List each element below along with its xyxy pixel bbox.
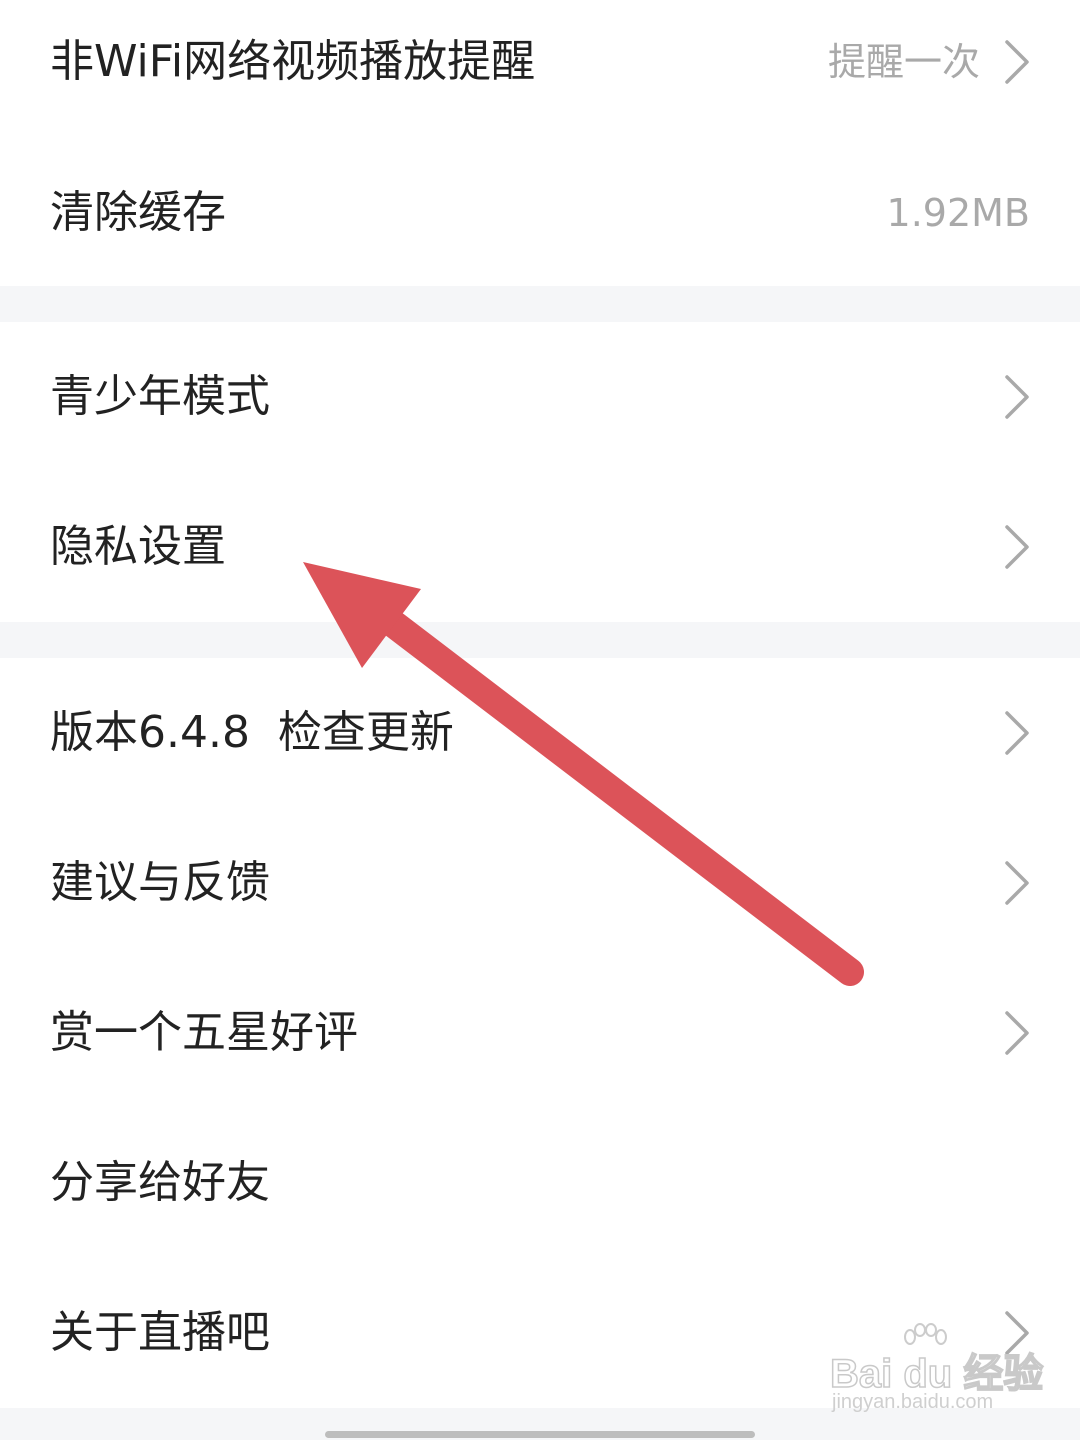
- chevron-right-icon: [1005, 1011, 1029, 1055]
- setting-row-teen-mode[interactable]: 青少年模式: [0, 322, 1080, 472]
- setting-row-check-update[interactable]: 版本6.4.8 检查更新: [0, 658, 1080, 808]
- setting-label: 分享给好友: [50, 1157, 270, 1208]
- chevron-right-icon: [1005, 861, 1029, 905]
- setting-row-wifi-reminder[interactable]: 非WiFi网络视频播放提醒 提醒一次: [0, 0, 1080, 137]
- setting-label: 赏一个五星好评: [50, 1007, 358, 1058]
- setting-row-clear-cache[interactable]: 清除缓存 1.92MB: [0, 138, 1080, 288]
- home-indicator[interactable]: [325, 1431, 755, 1438]
- setting-row-rate-app[interactable]: 赏一个五星好评: [0, 958, 1080, 1108]
- watermark-url: jingyan.baidu.com: [832, 1391, 994, 1413]
- section-divider: [0, 622, 1080, 658]
- setting-label: 版本6.4.8 检查更新: [50, 707, 454, 758]
- setting-label: 关于直播吧: [50, 1307, 270, 1358]
- chevron-right-icon: [1005, 40, 1029, 84]
- chevron-right-icon: [1005, 375, 1029, 419]
- setting-row-privacy[interactable]: 隐私设置: [0, 472, 1080, 622]
- setting-label: 青少年模式: [50, 371, 270, 422]
- setting-label: 非WiFi网络视频播放提醒: [50, 36, 536, 87]
- setting-label: 建议与反馈: [50, 857, 270, 908]
- setting-label: 隐私设置: [50, 521, 226, 572]
- setting-label: 清除缓存: [50, 187, 226, 238]
- setting-row-share[interactable]: 分享给好友: [0, 1108, 1080, 1258]
- chevron-right-icon: [1005, 711, 1029, 755]
- baidu-jingyan-watermark: Bai du 经验 jingyan.baidu.com: [829, 1323, 1044, 1420]
- chevron-right-icon: [1005, 525, 1029, 569]
- section-divider: [0, 286, 1080, 322]
- setting-row-feedback[interactable]: 建议与反馈: [0, 808, 1080, 958]
- cache-size-value: 1.92MB: [886, 191, 1030, 235]
- setting-value: 提醒一次: [827, 40, 980, 84]
